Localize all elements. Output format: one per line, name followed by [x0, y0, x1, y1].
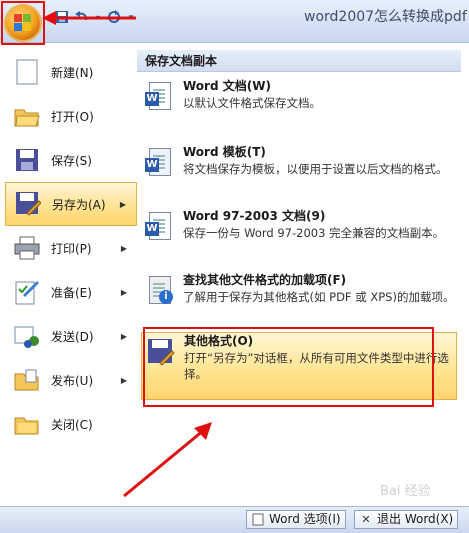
option-description: 以默认文件格式保存文档。: [183, 96, 321, 110]
save-as-icon: [14, 190, 42, 218]
menu-item-label: 打印(P): [51, 241, 92, 256]
window-title: word2007怎么转换成pdf -: [304, 9, 469, 25]
menu-item-label: 另存为(A): [52, 197, 106, 212]
addin-info-icon: i: [145, 276, 177, 308]
option-word-document[interactable]: W Word 文档(W) 以默认文件格式保存文档。: [141, 78, 457, 136]
menu-item-send[interactable]: 发送(D) ▶: [5, 314, 137, 358]
option-title: Word 97-2003 文档(9): [183, 209, 326, 223]
close-icon: ✕: [361, 512, 371, 526]
open-folder-icon: [13, 102, 41, 130]
file-menu-left-pane: 新建(N) 打开(O) 保存(S) 另存为(A) ▶ 打印(P) ▶ 准备(E)…: [5, 50, 138, 450]
menu-item-label: 发送(D): [51, 329, 94, 344]
option-find-addins[interactable]: i 查找其他文件格式的加载项(F) 了解用于保存为其他格式(如 PDF 或 XPS…: [141, 272, 457, 328]
annotation-box-other-formats: [143, 327, 434, 407]
annotation-arrow-top: [42, 11, 136, 25]
annotation-arrow-bottom: [123, 422, 212, 498]
word-options-label: Word 选项(I): [269, 512, 341, 526]
option-title: Word 文档(W): [183, 79, 271, 93]
menu-item-label: 发布(U): [51, 373, 94, 388]
send-icon: [13, 322, 41, 350]
submenu-arrow-icon: ▶: [120, 287, 127, 297]
menu-footer: Word 选项(I) ✕ 退出 Word(X): [0, 506, 469, 533]
save-icon: [13, 146, 41, 174]
exit-word-label: 退出 Word(X): [377, 512, 454, 526]
printer-icon: [13, 234, 41, 262]
submenu-arrow-icon: ▶: [120, 375, 127, 385]
watermark-text: Bai 经验: [380, 484, 431, 499]
menu-item-publish[interactable]: 发布(U) ▶: [5, 358, 137, 402]
close-folder-icon: [13, 410, 41, 438]
menu-item-close[interactable]: 关闭(C): [5, 402, 137, 446]
title-bar: ▾ ▾ word2007怎么转换成pdf -: [0, 0, 469, 45]
new-document-icon: [13, 58, 41, 86]
submenu-arrow-icon: ▶: [120, 331, 127, 341]
menu-item-new[interactable]: 新建(N): [5, 50, 137, 94]
exit-word-button[interactable]: ✕ 退出 Word(X): [354, 510, 459, 529]
option-title: Word 模板(T): [183, 145, 266, 159]
word-97-icon: W: [145, 212, 177, 244]
prepare-icon: [13, 278, 41, 306]
menu-item-label: 保存(S): [51, 153, 92, 168]
submenu-arrow-icon: ▶: [120, 243, 127, 253]
option-word-template[interactable]: W Word 模板(T) 将文档保存为模板，以便用于设置以后文档的格式。: [141, 144, 457, 204]
menu-item-label: 关闭(C): [51, 417, 93, 432]
options-doc-icon: [251, 513, 265, 527]
menu-item-print[interactable]: 打印(P) ▶: [5, 226, 137, 270]
submenu-heading: 保存文档副本: [137, 50, 461, 72]
option-word-97-2003[interactable]: W Word 97-2003 文档(9) 保存一份与 Word 97-2003 完…: [141, 208, 457, 268]
option-description: 了解用于保存为其他格式(如 PDF 或 XPS)的加载项。: [183, 290, 455, 304]
word-document-icon: W: [145, 82, 177, 114]
submenu-arrow-icon: ▶: [119, 199, 126, 209]
option-title: 查找其他文件格式的加载项(F): [183, 273, 347, 287]
word-template-icon: W: [145, 148, 177, 180]
menu-item-label: 准备(E): [51, 285, 92, 300]
option-description: 保存一份与 Word 97-2003 完全兼容的文档副本。: [183, 226, 445, 240]
annotation-box-office-button: [1, 1, 45, 45]
word-options-button[interactable]: Word 选项(I): [246, 510, 346, 529]
option-description: 将文档保存为模板，以便用于设置以后文档的格式。: [183, 162, 448, 176]
menu-item-open[interactable]: 打开(O): [5, 94, 137, 138]
menu-item-prepare[interactable]: 准备(E) ▶: [5, 270, 137, 314]
menu-item-label: 打开(O): [51, 109, 94, 124]
menu-item-save[interactable]: 保存(S): [5, 138, 137, 182]
menu-item-save-as[interactable]: 另存为(A) ▶: [5, 182, 137, 226]
publish-icon: [13, 366, 41, 394]
menu-item-label: 新建(N): [51, 65, 94, 80]
